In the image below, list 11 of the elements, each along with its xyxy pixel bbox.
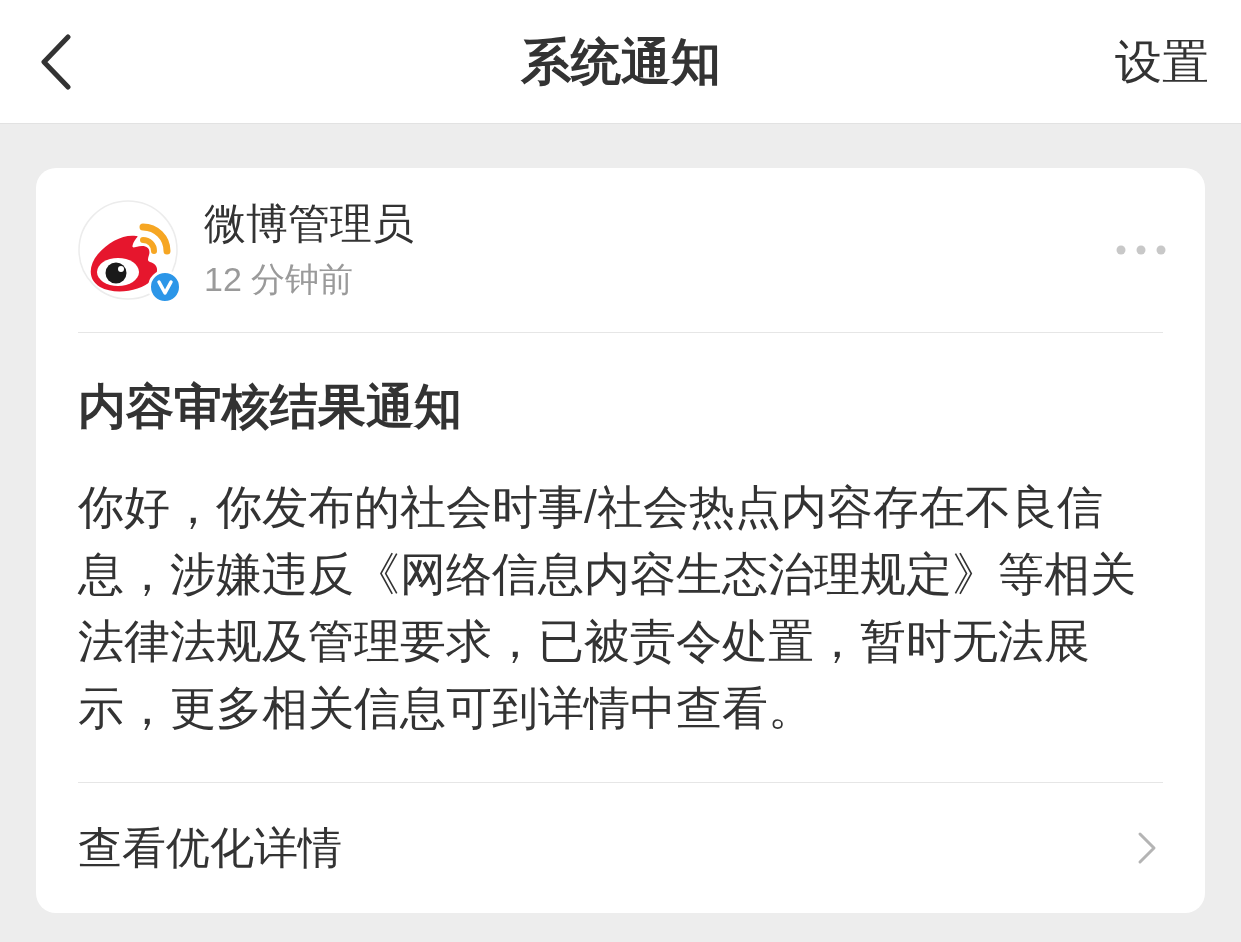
- avatar-logo-icon: [78, 200, 178, 300]
- post-time: 12 分钟前: [204, 259, 354, 300]
- settings-button[interactable]: 设置: [1115, 31, 1209, 92]
- back-icon: [41, 33, 71, 90]
- page-title: 系统通知: [520, 32, 721, 92]
- view-details-link[interactable]: 查看优化详情: [78, 783, 1163, 913]
- sender-name: 微博管理员: [204, 199, 414, 249]
- chevron-right-icon: [1137, 831, 1157, 865]
- more-icon: [1116, 245, 1166, 255]
- notice-title: 内容审核结果通知: [78, 379, 462, 435]
- notice-body: 你好，你发布的社会时事/社会热点内容存在不良信息，涉嫌违反《网络信息内容生态治理规定》等相关法律法规及管理要求，已被责令处置，暂时无法展示，更多相关信息可到详情中查看。: [78, 480, 1137, 736]
